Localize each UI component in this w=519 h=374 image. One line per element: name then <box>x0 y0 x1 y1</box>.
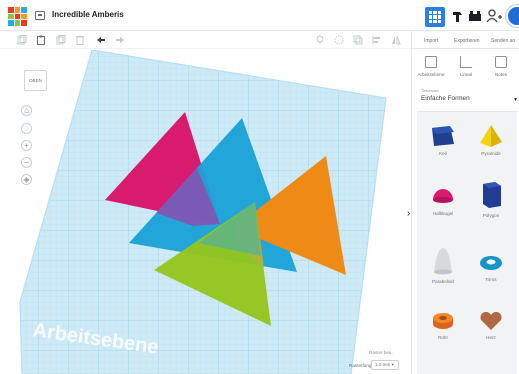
edit-grid-button[interactable]: Raster bea. <box>369 350 393 355</box>
delete-icon[interactable] <box>75 35 85 45</box>
3d-view-button[interactable] <box>425 7 445 27</box>
workplane-viewport[interactable]: Arbeitsebene OBEN ⌂ ◌ + − ◈ Raster bea. … <box>8 50 412 374</box>
collapse-panel-icon[interactable]: › <box>407 208 410 219</box>
shape-polygon[interactable]: Polygon <box>471 180 511 218</box>
library-label: Tinkercad <box>421 88 439 93</box>
perspective-icon[interactable]: ◈ <box>21 174 32 185</box>
paste-icon[interactable] <box>36 35 46 45</box>
duplicate-icon[interactable] <box>56 35 66 45</box>
add-user-icon[interactable] <box>486 9 502 23</box>
view-cube[interactable]: OBEN <box>24 70 47 91</box>
chevron-down-icon[interactable]: ▾ <box>514 96 517 103</box>
tinkercad-logo[interactable] <box>8 7 27 26</box>
redo-icon[interactable] <box>115 35 125 45</box>
tube-icon <box>433 313 453 329</box>
top-header: Incredible Amberis <box>0 0 519 31</box>
paraboloid-icon <box>434 248 452 275</box>
group-icon[interactable] <box>353 35 363 45</box>
ruler-icon <box>460 56 472 68</box>
send-to-button[interactable]: Senden an <box>491 38 515 44</box>
shape-library: Keil Pyramide Halbkugel Polygon Parabolo… <box>417 111 517 374</box>
user-avatar[interactable] <box>506 5 519 27</box>
shape-hole-icon[interactable] <box>334 35 344 45</box>
shape-pyramid[interactable]: Pyramide <box>471 124 511 156</box>
shape-wedge[interactable]: Keil <box>423 124 463 156</box>
undo-icon[interactable] <box>96 35 106 45</box>
mirror-icon[interactable] <box>391 35 401 45</box>
half-sphere-icon <box>433 189 453 203</box>
light-bulb-icon[interactable] <box>315 35 325 45</box>
import-button[interactable]: Import <box>424 38 438 44</box>
heart-icon <box>480 311 502 330</box>
home-view-icon[interactable]: ⌂ <box>21 105 32 116</box>
hammer-icon[interactable] <box>450 9 466 23</box>
workplane-tool[interactable]: Arbeitsebene <box>414 56 448 77</box>
fit-view-icon[interactable]: ◌ <box>21 123 32 134</box>
project-title[interactable]: Incredible Amberis <box>52 10 124 19</box>
snap-grid-select[interactable]: 1.0 mm ▾ <box>371 360 399 370</box>
shape-paraboloid[interactable]: Paraboloid <box>423 246 463 284</box>
shape-tube[interactable]: Rohr <box>423 310 463 340</box>
design-list-icon[interactable] <box>35 11 45 20</box>
bricks-icon[interactable] <box>467 9 483 23</box>
torus-icon <box>480 256 502 270</box>
wedge-icon <box>432 126 454 146</box>
export-button[interactable]: Exportieren <box>454 38 480 44</box>
polygon-icon <box>483 182 501 208</box>
zoom-in-icon[interactable]: + <box>21 140 32 151</box>
snap-grid-label: Rasterfang <box>349 363 372 368</box>
library-select[interactable]: Einfache Formen <box>421 95 470 102</box>
notes-icon <box>495 56 507 68</box>
edit-toolbar <box>0 31 411 49</box>
align-icon[interactable] <box>372 35 382 45</box>
import-export-bar: Import Exportieren Senden an <box>411 31 519 49</box>
copy-icon[interactable] <box>17 35 27 45</box>
shapes-panel: Arbeitsebene Lineal Notes Tinkercad Einf… <box>411 49 519 374</box>
shape-heart[interactable]: Herz <box>471 310 511 340</box>
shape-half-sphere[interactable]: Halbkugel <box>423 184 463 216</box>
workplane-icon <box>425 56 437 68</box>
pyramid-icon <box>480 125 502 147</box>
workplane-canvas[interactable]: Arbeitsebene <box>8 50 412 374</box>
zoom-out-icon[interactable]: − <box>21 157 32 168</box>
shape-torus[interactable]: Torus <box>471 252 511 282</box>
ruler-tool[interactable]: Lineal <box>449 56 483 77</box>
notes-tool[interactable]: Notes <box>484 56 518 77</box>
